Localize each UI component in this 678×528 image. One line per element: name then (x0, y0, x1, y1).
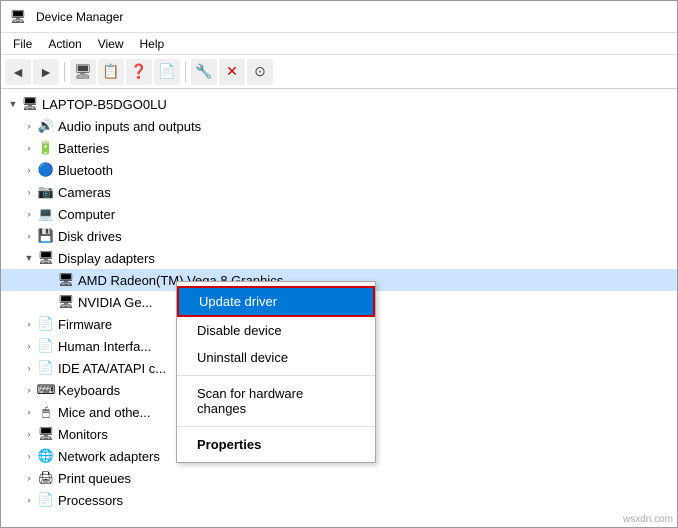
ctx-sep2 (177, 426, 375, 427)
bluetooth-icon: 🔵 (37, 161, 55, 179)
audio-icon: 🔊 (37, 117, 55, 135)
processors-label: Processors (58, 493, 123, 508)
title-bar: 🖥 Device Manager (1, 1, 677, 33)
ctx-uninstall-device[interactable]: Uninstall device (177, 344, 375, 371)
human-icon: 📄 (37, 337, 55, 355)
context-menu: Update driver Disable device Uninstall d… (176, 281, 376, 463)
toolbar-computer[interactable]: 🖥 (70, 59, 96, 85)
toolbar-remove[interactable]: ✕ (219, 59, 245, 85)
mice-label: Mice and othe... (58, 405, 151, 420)
ide-label: IDE ATA/ATAPI c... (58, 361, 166, 376)
tree-item-disk[interactable]: › 💾 Disk drives (1, 225, 677, 247)
toolbar: ◄ ► 🖥 📋 ❓ 📄 🔧 ✕ ⊙ (1, 55, 677, 89)
toolbar-back[interactable]: ◄ (5, 59, 31, 85)
ctx-disable-device[interactable]: Disable device (177, 317, 375, 344)
expand-processors[interactable]: › (21, 492, 37, 508)
expand-batteries[interactable]: › (21, 140, 37, 156)
menu-help[interactable]: Help (132, 35, 173, 53)
keyboards-icon: ⌨ (37, 381, 55, 399)
tree-root[interactable]: ▼ 🖥 LAPTOP-B5DGO0LU (1, 93, 677, 115)
disk-label: Disk drives (58, 229, 122, 244)
toolbar-refresh[interactable]: ⊙ (247, 59, 273, 85)
computer-label: Computer (58, 207, 115, 222)
firmware-label: Firmware (58, 317, 112, 332)
batteries-label: Batteries (58, 141, 109, 156)
watermark: wsxdn.com (623, 514, 673, 525)
print-label: Print queues (58, 471, 131, 486)
ctx-update-driver[interactable]: Update driver (177, 286, 375, 317)
menu-file[interactable]: File (5, 35, 40, 53)
toolbar-help[interactable]: ❓ (126, 59, 152, 85)
toolbar-new[interactable]: 🔧 (191, 59, 217, 85)
cameras-label: Cameras (58, 185, 111, 200)
keyboards-label: Keyboards (58, 383, 120, 398)
display-icon: 🖥 (37, 249, 55, 267)
tree-item-audio[interactable]: › 🔊 Audio inputs and outputs (1, 115, 677, 137)
expand-amd (41, 272, 57, 288)
expand-cameras[interactable]: › (21, 184, 37, 200)
batteries-icon: 🔋 (37, 139, 55, 157)
toolbar-forward[interactable]: ► (33, 59, 59, 85)
window-title: Device Manager (36, 10, 123, 24)
nvidia-label: NVIDIA Ge... (78, 295, 152, 310)
cameras-icon: 📷 (37, 183, 55, 201)
bluetooth-label: Bluetooth (58, 163, 113, 178)
tree-item-cameras[interactable]: › 📷 Cameras (1, 181, 677, 203)
print-icon: 🖨 (37, 469, 55, 487)
expand-bluetooth[interactable]: › (21, 162, 37, 178)
tree-item-batteries[interactable]: › 🔋 Batteries (1, 137, 677, 159)
toolbar-sep1 (64, 62, 65, 82)
tree-item-computer[interactable]: › 💻 Computer (1, 203, 677, 225)
expand-disk[interactable]: › (21, 228, 37, 244)
expand-mice[interactable]: › (21, 404, 37, 420)
ctx-sep1 (177, 375, 375, 376)
content-area: ▼ 🖥 LAPTOP-B5DGO0LU › 🔊 Audio inputs and… (1, 89, 677, 527)
toolbar-view[interactable]: 📄 (154, 59, 180, 85)
expand-nvidia (41, 294, 57, 310)
ctx-properties[interactable]: Properties (177, 431, 375, 458)
root-icon: 🖥 (21, 95, 39, 113)
processors-icon: 📄 (37, 491, 55, 509)
monitors-icon: 🖥 (37, 425, 55, 443)
expand-root[interactable]: ▼ (5, 96, 21, 112)
monitors-label: Monitors (58, 427, 108, 442)
expand-print[interactable]: › (21, 470, 37, 486)
disk-icon: 💾 (37, 227, 55, 245)
tree-item-display[interactable]: ▼ 🖥 Display adapters (1, 247, 677, 269)
audio-label: Audio inputs and outputs (58, 119, 201, 134)
menu-action[interactable]: Action (40, 35, 89, 53)
expand-ide[interactable]: › (21, 360, 37, 376)
menu-view[interactable]: View (90, 35, 132, 53)
amd-icon: 🖥 (57, 271, 75, 289)
human-label: Human Interfa... (58, 339, 151, 354)
expand-keyboards[interactable]: › (21, 382, 37, 398)
toolbar-sep2 (185, 62, 186, 82)
root-label: LAPTOP-B5DGO0LU (42, 97, 167, 112)
mice-icon: 🖱 (37, 403, 55, 421)
tree-item-processors[interactable]: › 📄 Processors (1, 489, 677, 511)
expand-audio[interactable]: › (21, 118, 37, 134)
expand-human[interactable]: › (21, 338, 37, 354)
ctx-scan-hardware[interactable]: Scan for hardware changes (177, 380, 375, 422)
expand-firmware[interactable]: › (21, 316, 37, 332)
firmware-icon: 📄 (37, 315, 55, 333)
toolbar-properties[interactable]: 📋 (98, 59, 124, 85)
computer-icon: 💻 (37, 205, 55, 223)
tree-item-print[interactable]: › 🖨 Print queues (1, 467, 677, 489)
expand-display[interactable]: ▼ (21, 250, 37, 266)
nvidia-icon: 🖥 (57, 293, 75, 311)
expand-network[interactable]: › (21, 448, 37, 464)
network-label: Network adapters (58, 449, 160, 464)
title-icon: 🖥 (9, 8, 27, 26)
ide-icon: 📄 (37, 359, 55, 377)
display-label: Display adapters (58, 251, 155, 266)
expand-monitors[interactable]: › (21, 426, 37, 442)
tree-item-bluetooth[interactable]: › 🔵 Bluetooth (1, 159, 677, 181)
expand-computer[interactable]: › (21, 206, 37, 222)
network-icon: 🌐 (37, 447, 55, 465)
menu-bar: File Action View Help (1, 33, 677, 55)
